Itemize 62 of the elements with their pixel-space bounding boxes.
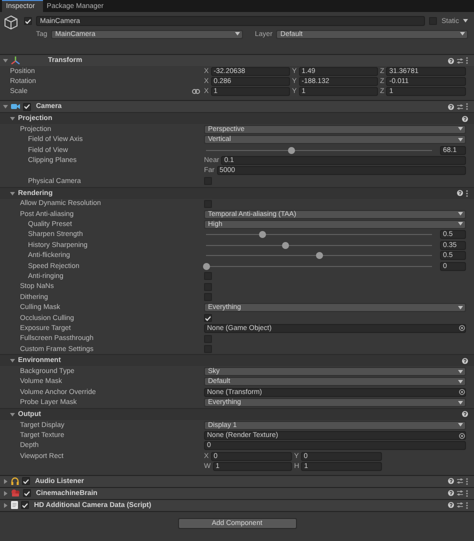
script-icon	[11, 501, 18, 510]
checkbox[interactable]	[23, 489, 31, 498]
help-icon[interactable]	[457, 190, 463, 196]
help-icon[interactable]	[448, 104, 454, 110]
sliders-icon[interactable]	[457, 502, 463, 508]
caret-icon	[458, 380, 463, 384]
fold-arrow-icon[interactable]	[3, 104, 8, 110]
caret-icon	[458, 127, 463, 132]
slider-thumb[interactable]	[288, 146, 296, 154]
checkbox[interactable]	[24, 17, 32, 25]
caret-icon	[460, 32, 465, 36]
checkbox[interactable]	[21, 501, 29, 510]
caret-icon	[458, 212, 463, 216]
help-icon[interactable]	[462, 411, 468, 418]
check-icon	[24, 104, 30, 110]
fold-arrow-icon[interactable]	[3, 502, 8, 508]
cube-icon	[4, 15, 18, 31]
fold-arrow-icon[interactable]	[3, 490, 8, 496]
fold-arrow-icon[interactable]	[3, 58, 8, 63]
target-icon[interactable]	[459, 432, 465, 439]
axes-icon	[11, 56, 20, 65]
caret-icon	[458, 306, 463, 310]
caret-icon	[234, 32, 240, 36]
checkbox[interactable]	[22, 477, 30, 486]
link-icon[interactable]	[192, 89, 200, 94]
sliders-icon[interactable]	[457, 478, 463, 484]
caret-icon	[458, 423, 463, 428]
check-icon	[205, 316, 211, 320]
help-icon[interactable]	[448, 502, 454, 508]
help-icon[interactable]	[448, 490, 454, 496]
caret-icon	[458, 400, 463, 405]
help-icon[interactable]	[448, 58, 454, 64]
slider-thumb[interactable]	[316, 252, 322, 260]
caret-icon	[458, 138, 463, 142]
camera-icon	[11, 103, 20, 110]
camera-reel-icon	[11, 489, 20, 498]
target-icon[interactable]	[459, 325, 465, 332]
help-icon[interactable]	[448, 478, 454, 484]
target-icon[interactable]	[459, 389, 465, 396]
check-icon	[25, 18, 31, 24]
checkbox[interactable]	[204, 314, 212, 322]
help-icon[interactable]	[462, 358, 468, 364]
caret-icon	[463, 19, 468, 23]
help-icon[interactable]	[462, 116, 468, 122]
slider-thumb[interactable]	[259, 231, 266, 238]
slider-thumb[interactable]	[282, 242, 289, 249]
sliders-icon[interactable]	[457, 104, 463, 110]
check-icon	[24, 490, 30, 496]
check-icon	[23, 478, 29, 484]
fold-arrow-icon[interactable]	[10, 116, 15, 122]
checkbox[interactable]	[23, 102, 31, 111]
fold-arrow-icon[interactable]	[10, 190, 15, 196]
check-icon	[22, 502, 28, 508]
sliders-icon[interactable]	[457, 58, 463, 64]
fold-arrow-icon[interactable]	[10, 412, 15, 417]
caret-icon	[458, 222, 463, 226]
headphones-icon	[11, 477, 19, 486]
fold-arrow-icon[interactable]	[10, 358, 15, 364]
fold-arrow-icon[interactable]	[3, 478, 8, 484]
slider-thumb[interactable]	[202, 262, 210, 270]
sliders-icon[interactable]	[457, 490, 463, 496]
caret-icon	[458, 370, 463, 374]
